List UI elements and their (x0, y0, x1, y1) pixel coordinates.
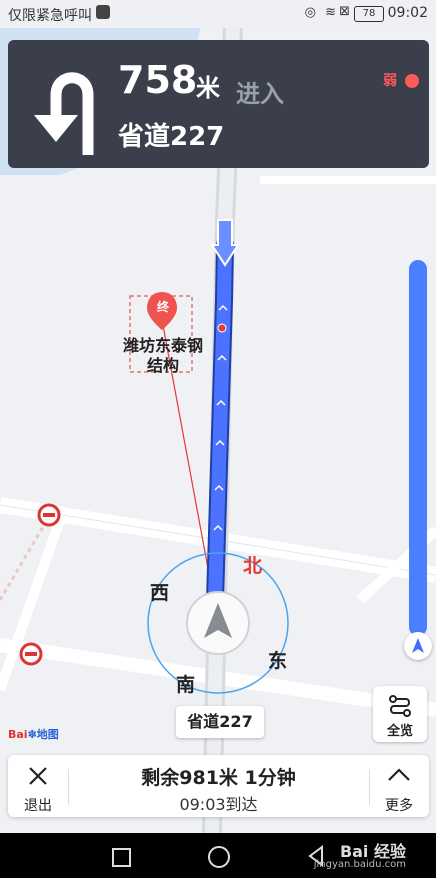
destination-name-line1: 潍坊东泰钢 (122, 336, 203, 355)
north-up-button[interactable] (404, 632, 432, 660)
route-overview-icon (389, 695, 411, 717)
overview-label: 全览 (386, 724, 413, 739)
remaining-distance-time: 剩余981米 1分钟 (141, 767, 296, 789)
gps-signal-label: 弱 (383, 73, 398, 89)
status-bar: 仅限紧急呼叫 ◎ ≋ ⊠ 78 09:02 (0, 0, 436, 28)
zoom-slider[interactable] (409, 260, 427, 636)
compass-east: 东 (268, 650, 288, 672)
system-navigation-bar: Bai 经验 jingyan.baidu.com (0, 833, 436, 878)
close-icon (29, 767, 47, 785)
exit-button[interactable]: 退出 (8, 755, 68, 817)
wifi-icon: ≋ (325, 5, 336, 20)
alarm-icon: ◎ (304, 5, 316, 20)
compass-west: 西 (150, 582, 170, 604)
home-button[interactable] (208, 846, 230, 868)
battery-icon: 78 (354, 6, 384, 22)
no-entry-icon (37, 503, 61, 527)
recents-button[interactable] (112, 848, 131, 867)
waypoint-dot (217, 323, 227, 333)
paw-icon: ✽ (27, 728, 37, 741)
turn-guidance-card[interactable]: 758 米 进入 省道227 弱 (8, 40, 429, 168)
destination-name-line2: 结构 (146, 356, 179, 375)
trip-info-bar: 退出 剩余981米 1分钟 09:03到达 更多 (8, 755, 429, 817)
notification-icon (96, 5, 110, 19)
exit-label: 退出 (24, 798, 52, 814)
destination-marker-label: 终 (156, 300, 169, 314)
route-line (206, 236, 234, 609)
navigation-arrow-icon (412, 638, 424, 653)
current-location-icon (186, 591, 250, 655)
destination-name: 潍坊东泰钢 结构 (108, 336, 218, 376)
watermark-url: jingyan.baidu.com (313, 859, 406, 870)
compass-north: 北 (243, 555, 263, 577)
carrier-text: 仅限紧急呼叫 (8, 8, 92, 24)
no-entry-icon (19, 642, 43, 666)
distance-unit: 米 (196, 74, 220, 102)
more-label: 更多 (385, 798, 413, 814)
current-road-label: 省道227 (176, 706, 264, 738)
gps-signal-icon (405, 74, 419, 88)
logo-text: Bai (8, 728, 28, 741)
next-road-name: 省道227 (118, 122, 225, 152)
logo-text-map: 地图 (36, 728, 59, 741)
overview-button[interactable]: 全览 (373, 686, 427, 742)
u-turn-icon (34, 72, 94, 155)
no-sim-icon: ⊠ (339, 4, 350, 19)
compass-south: 南 (176, 674, 196, 696)
clock: 09:02 (387, 5, 428, 21)
more-button[interactable]: 更多 (369, 755, 429, 817)
chevron-up-icon (388, 768, 410, 781)
baidu-map-logo: Bai✽地图 (8, 726, 59, 742)
distance-value: 758 (118, 58, 198, 102)
gps-signal-status: 弱 (383, 70, 419, 90)
maneuver-action: 进入 (236, 80, 284, 108)
arrival-time: 09:03到达 (179, 795, 258, 814)
